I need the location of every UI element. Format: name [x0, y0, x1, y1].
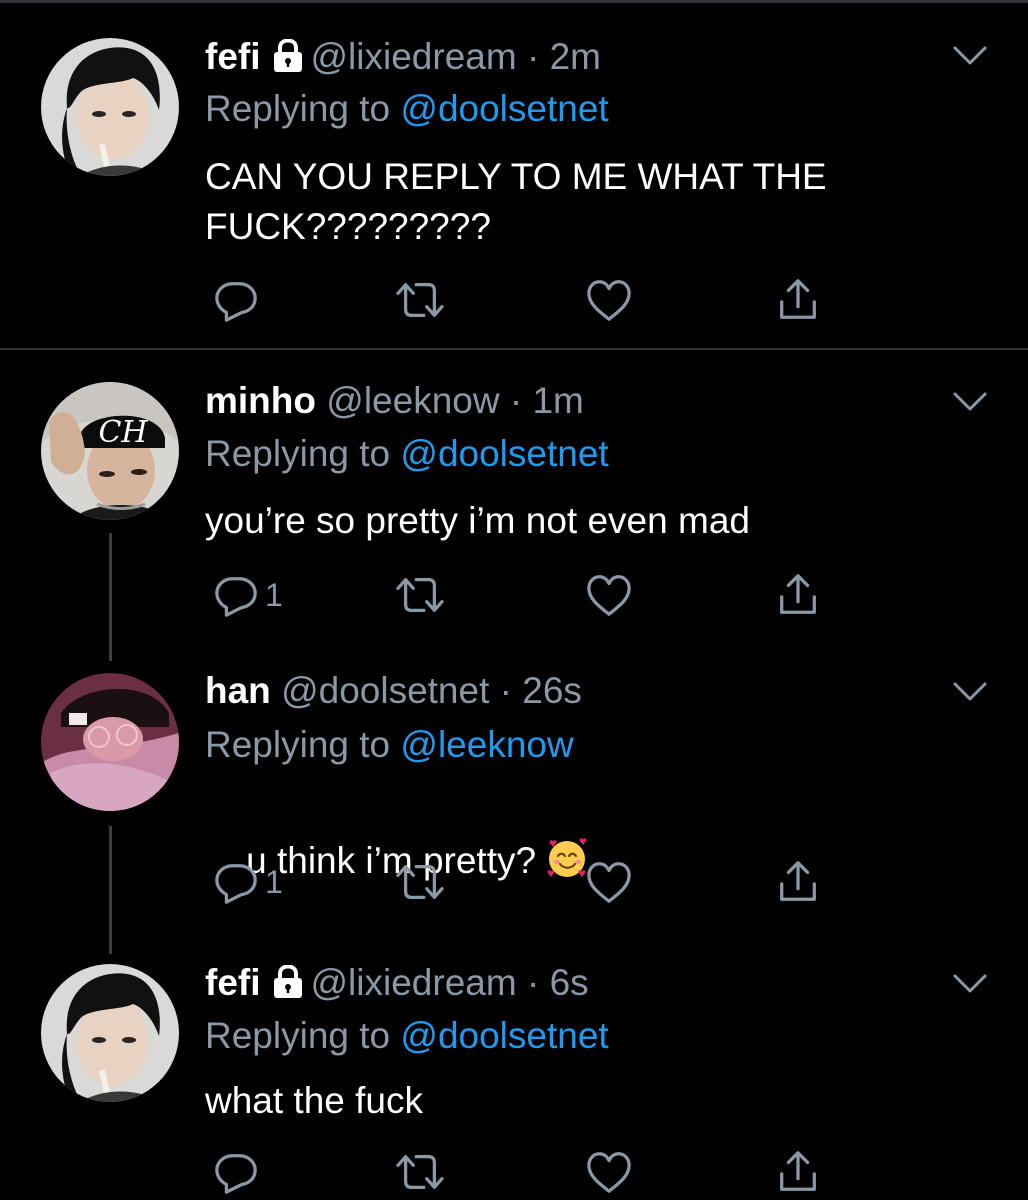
user-handle[interactable]: @leeknow	[326, 380, 499, 421]
avatar[interactable]: CH	[41, 382, 179, 520]
share-button[interactable]	[775, 571, 821, 619]
share-button[interactable]	[775, 1148, 821, 1196]
timestamp[interactable]: · 6s	[527, 962, 589, 1003]
retweet-button[interactable]	[395, 1148, 445, 1196]
reply-icon	[213, 277, 259, 323]
display-name[interactable]: han	[205, 670, 271, 711]
tweet-header: minho @leeknow · 1m	[205, 378, 584, 424]
tweet-text: what the fuck	[205, 1080, 424, 1121]
tweet-actions: 1	[205, 571, 845, 619]
reply-icon	[213, 859, 259, 905]
retweet-button[interactable]	[395, 571, 445, 619]
reply-count: 1	[265, 576, 283, 613]
timestamp[interactable]: · 2m	[527, 36, 601, 77]
tweet-header: han @doolsetnet · 26s	[205, 668, 582, 714]
replying-to: Replying to @doolsetnet	[205, 431, 609, 477]
like-icon	[585, 1149, 633, 1195]
chevron-down-icon[interactable]	[952, 44, 988, 68]
reply-button[interactable]: 1	[213, 858, 283, 906]
replying-to: Replying to @doolsetnet	[205, 1013, 609, 1059]
avatar[interactable]	[41, 964, 179, 1102]
tweet[interactable]: CH minho @leeknow · 1m Replying to @dool…	[0, 350, 1028, 640]
lock-icon	[273, 39, 303, 73]
mention-link[interactable]: @doolsetnet	[400, 88, 608, 129]
reply-button[interactable]: 1	[213, 571, 283, 619]
like-button[interactable]	[585, 858, 633, 906]
mention-link[interactable]: @leeknow	[400, 724, 573, 765]
share-button[interactable]	[775, 276, 821, 324]
like-button[interactable]	[585, 571, 633, 619]
retweet-icon	[395, 859, 445, 905]
replying-label: Replying to	[205, 724, 401, 765]
mention-link[interactable]: @doolsetnet	[400, 1015, 608, 1056]
retweet-icon	[395, 1149, 445, 1195]
reply-icon	[213, 572, 259, 618]
user-handle[interactable]: @lixiedream	[311, 962, 517, 1003]
display-name[interactable]: minho	[205, 380, 316, 421]
tweet-text: CAN YOU REPLY TO ME WHAT THE FUCK???????…	[205, 156, 837, 247]
tweet[interactable]: fefi @lixiedream · 6s Replying to @doolse…	[0, 940, 1028, 1200]
timestamp[interactable]: · 1m	[510, 380, 584, 421]
like-icon	[585, 572, 633, 618]
display-name[interactable]: fefi	[205, 962, 261, 1003]
tweet[interactable]: han @doolsetnet · 26s Replying to @leekn…	[0, 640, 1028, 940]
replying-to: Replying to @doolsetnet	[205, 86, 609, 132]
tweet-actions	[205, 276, 845, 324]
reply-count: 1	[265, 863, 283, 900]
avatar[interactable]	[41, 673, 179, 811]
tweet-text: you’re so pretty i’m not even mad	[205, 500, 750, 541]
thread-line	[109, 826, 112, 954]
user-handle[interactable]: @lixiedream	[311, 36, 517, 77]
tweet-header: fefi @lixiedream · 6s	[205, 960, 589, 1006]
display-name[interactable]: fefi	[205, 36, 261, 77]
mention-link[interactable]: @doolsetnet	[400, 433, 608, 474]
tweet-actions: 1	[205, 858, 845, 906]
retweet-button[interactable]	[395, 858, 445, 906]
avatar-badge-text: CH	[98, 415, 148, 450]
like-icon	[585, 277, 633, 323]
reply-icon	[213, 1149, 259, 1195]
tweet-actions	[205, 1148, 845, 1196]
retweet-button[interactable]	[395, 276, 445, 324]
like-button[interactable]	[585, 276, 633, 324]
chevron-down-icon[interactable]	[952, 680, 988, 704]
share-icon	[775, 572, 821, 618]
tweet[interactable]: fefi @lixiedream · 2m Replying to @doolse…	[0, 0, 1028, 350]
chevron-down-icon[interactable]	[952, 390, 988, 414]
tweet-header: fefi @lixiedream · 2m	[205, 34, 601, 80]
replying-label: Replying to	[205, 1015, 401, 1056]
chevron-down-icon[interactable]	[952, 972, 988, 996]
user-handle[interactable]: @doolsetnet	[281, 670, 489, 711]
replying-label: Replying to	[205, 88, 401, 129]
share-icon	[775, 277, 821, 323]
retweet-icon	[395, 277, 445, 323]
reply-button[interactable]	[213, 1148, 265, 1196]
share-icon	[775, 1149, 821, 1195]
retweet-icon	[395, 572, 445, 618]
replying-to: Replying to @leeknow	[205, 722, 574, 768]
replying-label: Replying to	[205, 433, 401, 474]
like-icon	[585, 859, 633, 905]
share-icon	[775, 859, 821, 905]
timestamp[interactable]: · 26s	[500, 670, 582, 711]
reply-button[interactable]	[213, 276, 265, 324]
avatar[interactable]	[41, 38, 179, 176]
like-button[interactable]	[585, 1148, 633, 1196]
lock-icon	[273, 965, 303, 999]
share-button[interactable]	[775, 858, 821, 906]
